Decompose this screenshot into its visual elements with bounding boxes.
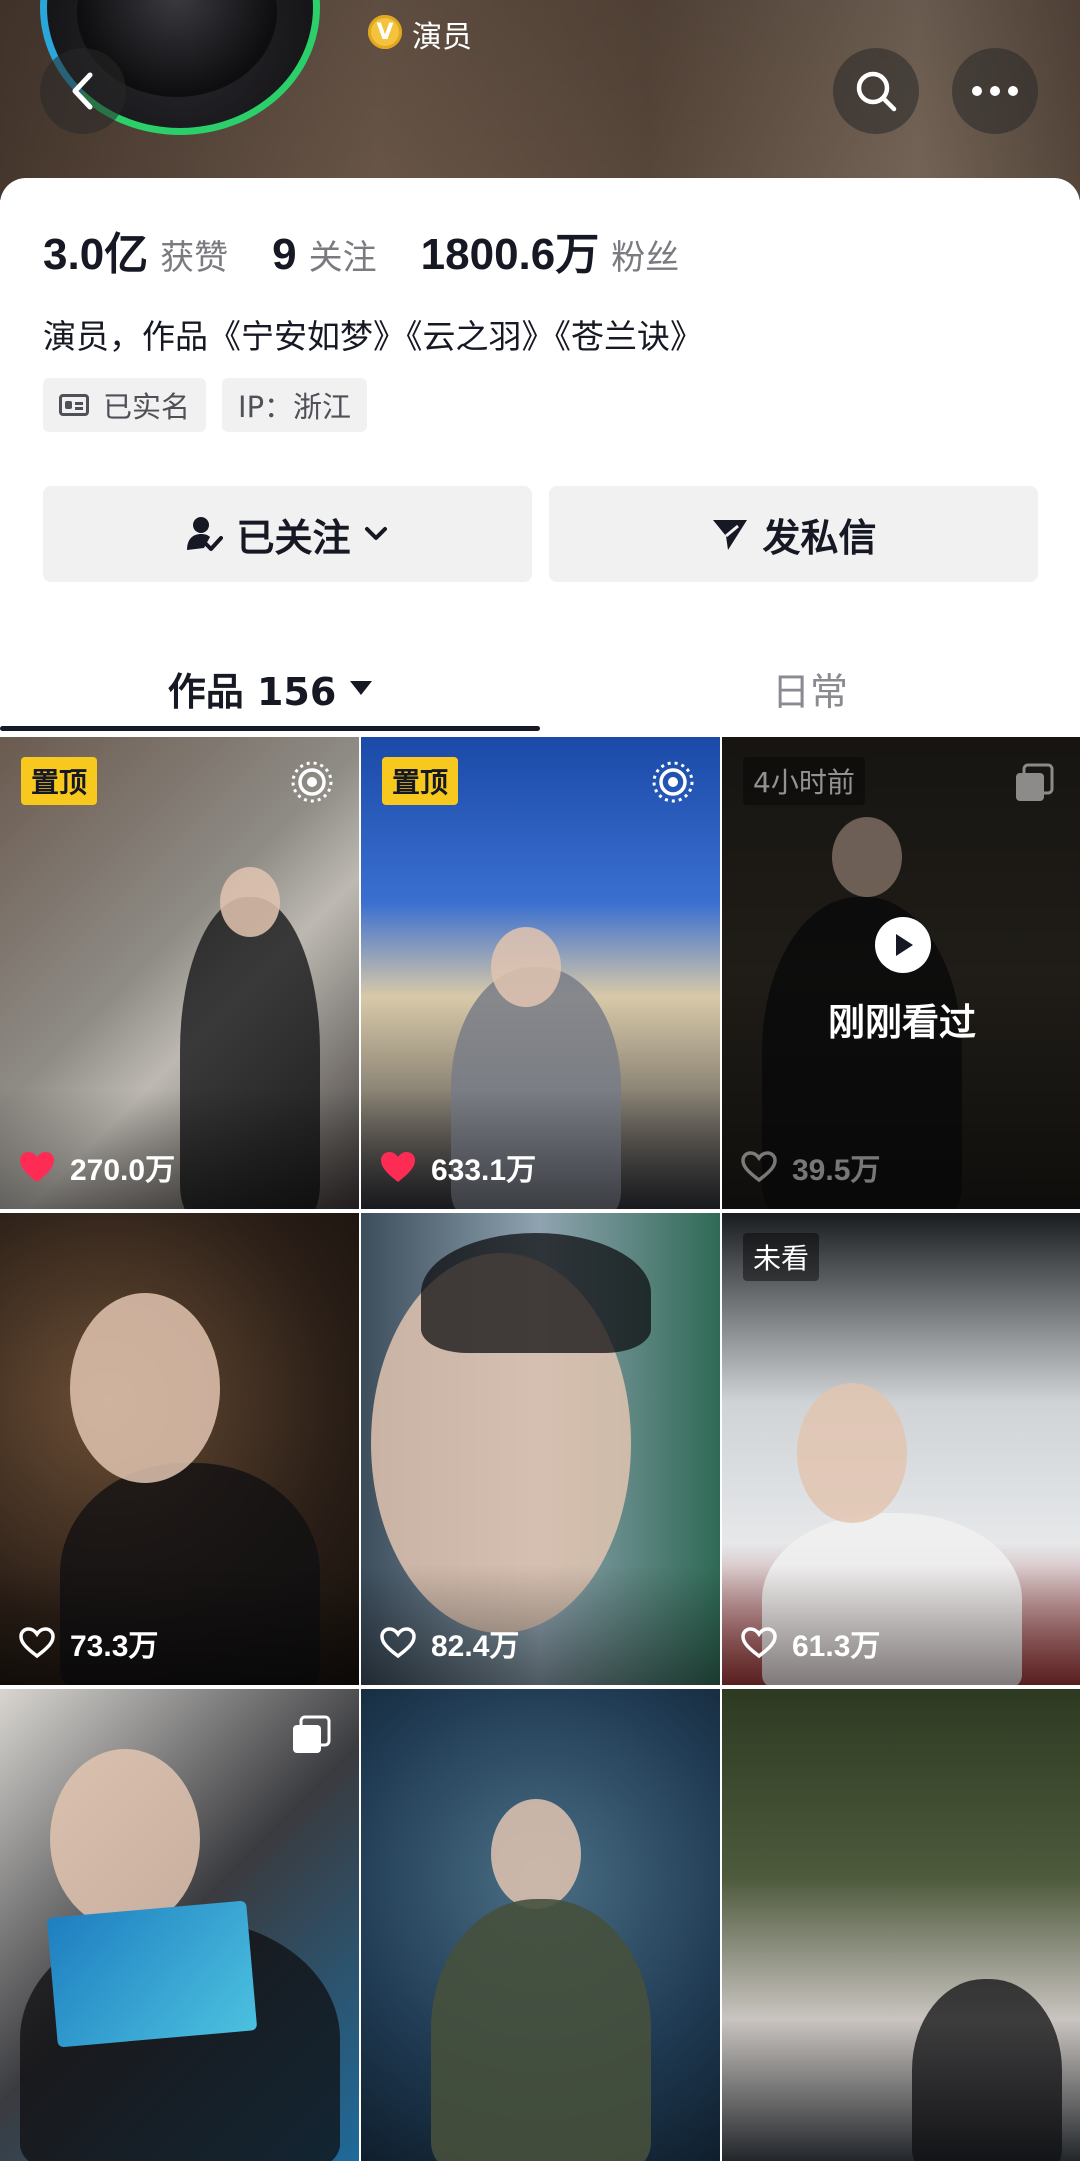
video-card[interactable] xyxy=(361,1689,720,2161)
video-card[interactable] xyxy=(0,1689,359,2161)
active-tab-indicator xyxy=(0,726,540,731)
tab-works[interactable]: 作品 156 xyxy=(0,648,540,728)
verified-role-label: 演员 xyxy=(412,20,472,55)
user-check-icon xyxy=(187,517,224,551)
likes-count-label: 73.3万 xyxy=(70,1630,159,1663)
likes-count-label: 82.4万 xyxy=(431,1630,520,1663)
tab-daily-label: 日常 xyxy=(771,669,848,714)
video-thumbnail-figure xyxy=(421,1233,651,1353)
following-label[interactable]: 关注 xyxy=(309,230,377,279)
heart-outline-icon xyxy=(741,1151,777,1183)
multi-image-icon xyxy=(1016,763,1054,801)
ip-location-label: IP：浙江 xyxy=(238,390,352,424)
video-card[interactable]: 82.4万 xyxy=(361,1213,720,1685)
caret-down-icon xyxy=(350,681,373,695)
heart-outline-icon xyxy=(380,1627,416,1659)
video-thumbnail-figure xyxy=(431,1899,651,2161)
likes-count[interactable]: 3.0亿 xyxy=(43,218,148,282)
likes-label[interactable]: 获赞 xyxy=(160,230,228,279)
video-thumbnail-face xyxy=(491,927,561,1007)
back-button[interactable] xyxy=(40,48,126,134)
video-thumbnail-face xyxy=(220,867,280,937)
more-dots-icon xyxy=(972,86,1018,96)
search-icon xyxy=(856,71,897,112)
following-count[interactable]: 9 xyxy=(272,230,296,280)
video-thumbnail-face xyxy=(797,1383,907,1523)
chevron-down-icon xyxy=(364,527,387,540)
message-button[interactable]: 发私信 xyxy=(549,486,1038,582)
video-likes: 39.5万 xyxy=(740,1145,880,1189)
ip-location-tag: IP：浙江 xyxy=(222,378,368,432)
heart-filled-icon xyxy=(381,1152,415,1182)
play-icon xyxy=(875,917,931,973)
pinned-badge: 置顶 xyxy=(21,757,98,805)
followers-count[interactable]: 1800.6万 xyxy=(421,218,600,282)
award-card-image xyxy=(46,1900,258,2048)
unwatched-badge: 未看 xyxy=(743,1233,820,1281)
followers-label[interactable]: 粉丝 xyxy=(611,230,679,279)
video-likes: 270.0万 xyxy=(18,1145,175,1189)
likes-count-label: 61.3万 xyxy=(792,1630,881,1663)
tab-works-label: 作品 156 xyxy=(167,669,337,714)
likes-count-label: 39.5万 xyxy=(792,1154,881,1187)
profile-stats: 3.0亿 获赞 9 关注 1800.6万 粉丝 xyxy=(43,218,723,282)
likes-count-label: 633.1万 xyxy=(431,1154,537,1187)
profile-bio: 演员，作品《宁安如梦》《云之羽》《苍兰诀》 xyxy=(43,317,703,356)
verified-icon: V xyxy=(368,15,402,49)
video-thumbnail-face xyxy=(50,1749,200,1929)
video-card[interactable]: 4小时前 刚刚看过 39.5万 xyxy=(722,737,1080,1209)
heart-outline-icon xyxy=(741,1627,777,1659)
video-card[interactable] xyxy=(722,1689,1080,2161)
video-card[interactable]: 置顶 633.1万 xyxy=(361,737,720,1209)
video-likes: 73.3万 xyxy=(18,1621,158,1665)
real-name-tag: 已实名 xyxy=(43,378,207,432)
real-name-label: 已实名 xyxy=(103,390,191,424)
just-watched-label: 刚刚看过 xyxy=(828,1001,976,1044)
following-button[interactable]: 已关注 xyxy=(43,486,532,582)
video-grid: 置顶 270.0万 置顶 633.1万 4小时前 刚刚看过 39.5万 73.3… xyxy=(0,737,1080,2161)
pinned-badge: 置顶 xyxy=(382,757,459,805)
profile-card: 3.0亿 获赞 9 关注 1800.6万 粉丝 演员，作品《宁安如梦》《云之羽》… xyxy=(0,178,1080,738)
profile-tags: 已实名 IP：浙江 xyxy=(43,378,368,432)
video-likes: 82.4万 xyxy=(379,1621,519,1665)
id-card-icon xyxy=(59,394,89,416)
more-button[interactable] xyxy=(952,48,1038,134)
likes-count-label: 270.0万 xyxy=(70,1154,176,1187)
watched-overlay xyxy=(722,737,1080,1209)
video-thumbnail-face xyxy=(491,1799,581,1909)
search-button[interactable] xyxy=(833,48,919,134)
following-button-label: 已关注 xyxy=(236,515,351,560)
video-likes: 61.3万 xyxy=(740,1621,880,1665)
multi-image-icon xyxy=(293,1715,331,1753)
heart-outline-icon xyxy=(19,1627,55,1659)
profile-actions: 已关注 发私信 xyxy=(43,486,1038,582)
video-card[interactable]: 置顶 270.0万 xyxy=(0,737,359,1209)
profile-banner: V 演员 xyxy=(0,0,1080,200)
video-likes: 633.1万 xyxy=(379,1145,536,1189)
tab-daily[interactable]: 日常 xyxy=(540,648,1080,728)
send-icon xyxy=(713,520,748,550)
live-photo-icon xyxy=(652,761,694,803)
back-chevron-icon xyxy=(72,72,93,110)
video-card[interactable]: 73.3万 xyxy=(0,1213,359,1685)
heart-filled-icon xyxy=(20,1152,54,1182)
video-thumbnail-figure xyxy=(912,1979,1062,2161)
time-ago-badge: 4小时前 xyxy=(743,757,865,805)
message-button-label: 发私信 xyxy=(762,515,877,560)
live-photo-icon xyxy=(291,761,333,803)
content-tabs: 作品 156 日常 xyxy=(0,648,1080,728)
video-card[interactable]: 未看 61.3万 xyxy=(722,1213,1080,1685)
video-thumbnail-face xyxy=(70,1293,220,1483)
